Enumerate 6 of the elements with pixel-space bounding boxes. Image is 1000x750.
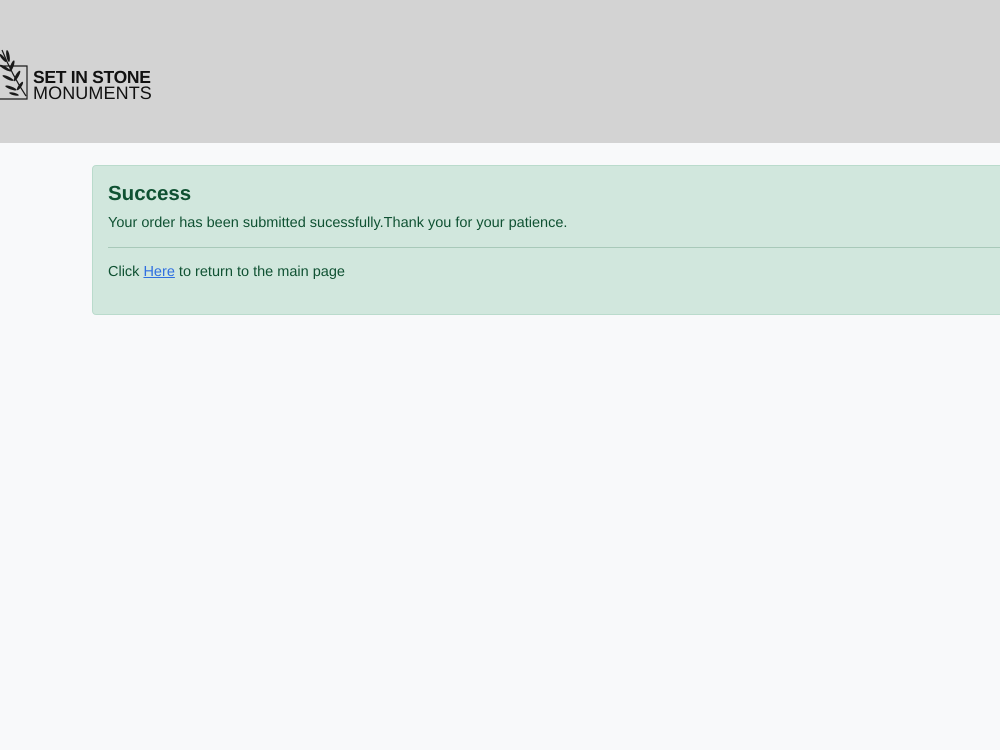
alert-heading: Success [108, 181, 192, 207]
logo-subtitle: MONUMENTS [33, 85, 152, 101]
return-text: Click Here to return to the main page [108, 263, 346, 282]
logo-title: SET IN STONE [33, 69, 152, 85]
here-link[interactable]: Here [143, 264, 175, 280]
alert-message: Your order has been submitted sucessfully.Thank you for your patience. [108, 214, 568, 233]
